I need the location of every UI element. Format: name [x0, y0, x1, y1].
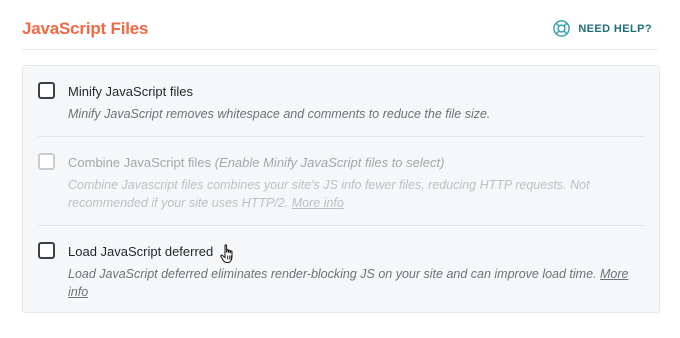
defer-js-description: Load JavaScript deferred eliminates rend… — [68, 265, 648, 301]
combine-js-description: Combine Javascript files combines your s… — [68, 176, 648, 212]
minify-js-label: Minify JavaScript files — [68, 84, 193, 99]
minify-js-label-row[interactable]: Minify JavaScript files — [68, 84, 193, 99]
defer-js-description-text: Load JavaScript deferred eliminates rend… — [68, 267, 597, 281]
defer-js-label: Load JavaScript deferred — [68, 244, 214, 259]
minify-js-description-text: Minify JavaScript removes whitespace and… — [68, 107, 491, 121]
combine-js-label-row: Combine JavaScript files (Enable Minify … — [68, 155, 444, 170]
combine-js-label: Combine JavaScript files — [68, 155, 212, 170]
divider — [38, 225, 645, 226]
divider — [38, 136, 645, 137]
options-panel: Minify JavaScript files Minify JavaScrip… — [22, 65, 660, 313]
section-header: JavaScript Files NEED HELP? — [22, 0, 658, 50]
lifebuoy-icon — [553, 20, 571, 37]
combine-js-checkbox — [38, 153, 55, 170]
hand-pointer-icon — [220, 244, 233, 263]
section-title: JavaScript Files — [22, 19, 149, 38]
need-help-label: NEED HELP? — [578, 22, 652, 35]
defer-js-label-row[interactable]: Load JavaScript deferred — [68, 244, 213, 259]
defer-js-checkbox[interactable] — [38, 242, 55, 259]
minify-js-description: Minify JavaScript removes whitespace and… — [68, 105, 648, 123]
combine-js-more-info-link[interactable]: More info — [292, 196, 344, 210]
need-help-button[interactable]: NEED HELP? — [552, 19, 652, 38]
minify-js-checkbox[interactable] — [38, 82, 55, 99]
combine-js-hint: (Enable Minify JavaScript files to selec… — [214, 155, 445, 170]
